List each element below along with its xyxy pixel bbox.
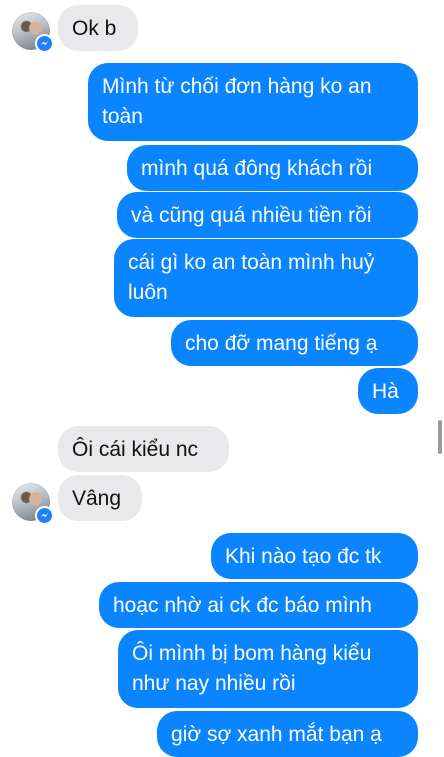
message-bubble-incoming[interactable]: Ôi cái kiểu nc — [58, 426, 229, 472]
message-bubble-outgoing[interactable]: Ôi mình bị bom hàng kiểu như nay nhiều r… — [118, 630, 418, 708]
message-bubble-outgoing[interactable]: giờ sợ xanh mắt bạn ạ — [157, 711, 418, 757]
message-bubble-outgoing[interactable]: cái gì ko an toàn mình huỷ luôn — [114, 239, 418, 317]
message-bubble-outgoing[interactable]: cho đỡ mang tiếng ạ — [171, 320, 418, 366]
message-bubble-outgoing[interactable]: Mình từ chối đơn hàng ko an toàn — [88, 63, 418, 141]
messenger-bolt-icon — [40, 512, 49, 518]
message-bubble-outgoing[interactable]: và cũng quá nhiều tiền rồi — [117, 192, 418, 238]
messenger-badge-icon — [35, 506, 54, 525]
messenger-badge-icon — [35, 34, 54, 53]
messenger-bolt-icon — [40, 40, 49, 46]
message-bubble-outgoing[interactable]: Hà — [358, 368, 418, 414]
message-bubble-outgoing[interactable]: Khi nào tạo đc tk — [211, 533, 418, 579]
message-bubble-incoming[interactable]: Vâng — [58, 475, 142, 521]
message-bubble-incoming[interactable]: Ok b — [58, 5, 138, 51]
message-bubble-outgoing[interactable]: hoạc nhờ ai ck đc báo mình — [99, 582, 418, 628]
message-bubble-outgoing[interactable]: mình quá đông khách rồi — [127, 145, 418, 191]
scrollbar[interactable] — [438, 420, 442, 454]
